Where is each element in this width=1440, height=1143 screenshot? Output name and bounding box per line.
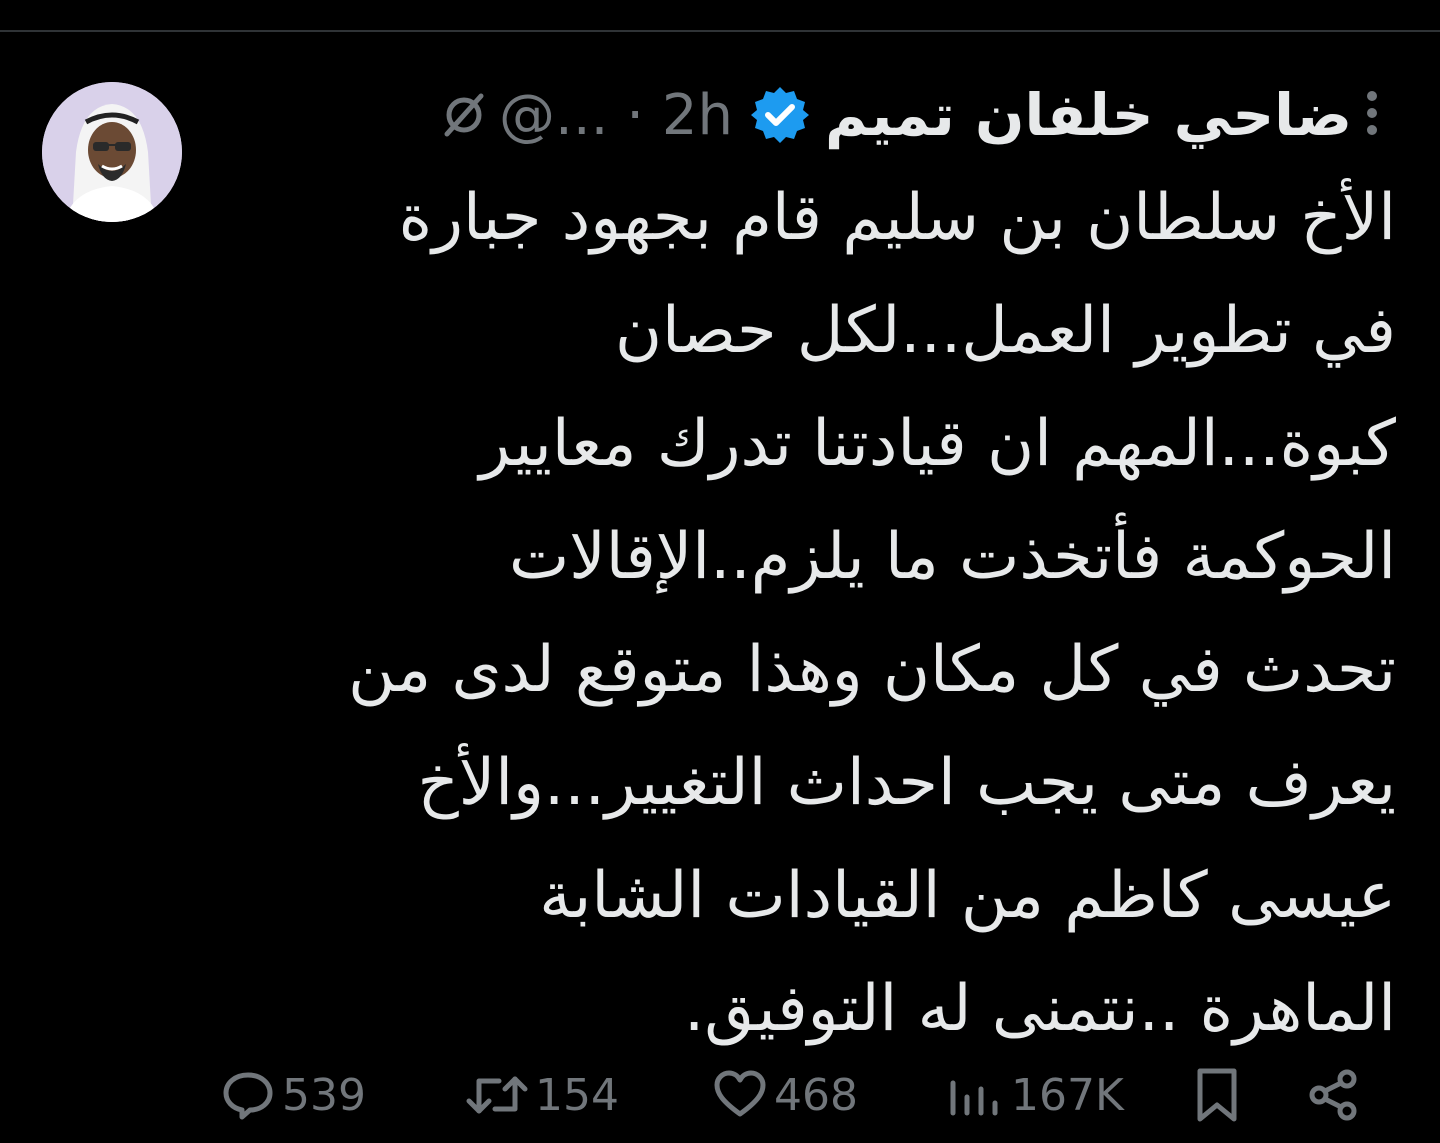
share-button[interactable] [1305, 1067, 1361, 1123]
like-button[interactable]: 468 [712, 1067, 858, 1123]
heart-icon [712, 1067, 768, 1123]
author-handle[interactable]: @... [499, 83, 608, 148]
share-icon [1305, 1067, 1361, 1123]
reply-icon [220, 1067, 276, 1123]
retweet-icon [465, 1067, 529, 1123]
avatar[interactable] [42, 82, 182, 222]
tweet[interactable]: ضاحي خلفان تميم @... · 2h الأخ سلطان بن … [0, 32, 1440, 1143]
reply-count: 539 [282, 1069, 366, 1121]
like-count: 468 [774, 1069, 858, 1121]
views-icon [945, 1067, 1005, 1123]
tweet-meta: @... · 2h [499, 83, 733, 148]
author-name[interactable]: ضاحي خلفان تميم [825, 81, 1352, 149]
views-count: 167K [1011, 1069, 1124, 1121]
tweet-actions: 539 154 468 167K [220, 1060, 1370, 1130]
bookmark-icon [1192, 1065, 1242, 1125]
reply-button[interactable]: 539 [220, 1067, 366, 1123]
verified-badge-icon [749, 84, 811, 146]
tweet-time[interactable]: 2h [662, 83, 733, 148]
views-button[interactable]: 167K [945, 1067, 1124, 1123]
retweet-button[interactable]: 154 [465, 1067, 619, 1123]
retweet-count: 154 [535, 1069, 619, 1121]
meta-separator: · [626, 82, 645, 148]
tweet-header: ضاحي خلفان تميم @... · 2h [232, 80, 1392, 150]
edit-slash-icon [437, 88, 491, 142]
tweet-text: الأخ سلطان بن سليم قام بجهود جبارة في تط… [348, 181, 1396, 1046]
more-button[interactable] [1352, 80, 1392, 150]
more-dots-icon [1365, 88, 1379, 142]
bookmark-button[interactable] [1192, 1065, 1242, 1125]
